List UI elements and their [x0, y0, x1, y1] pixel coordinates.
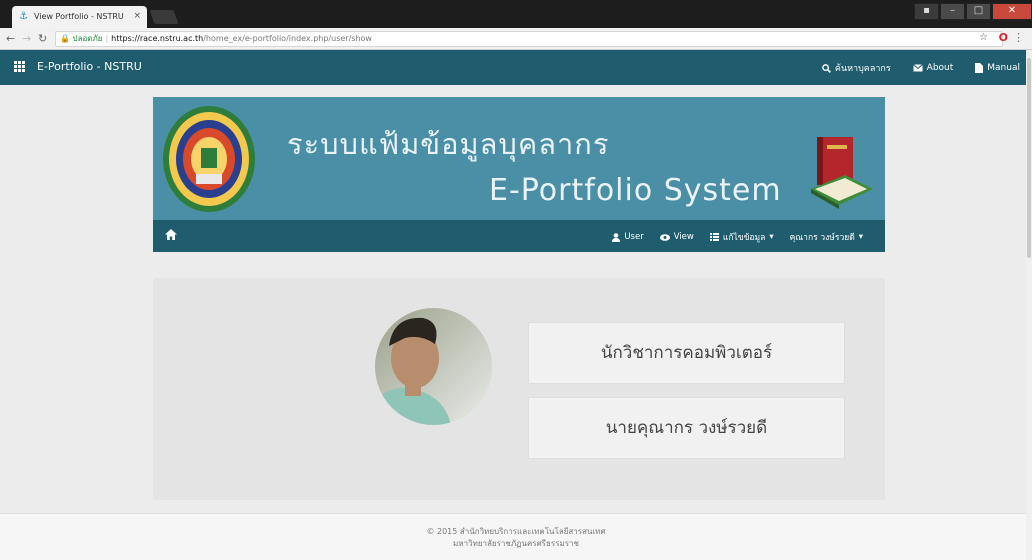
university-seal-logo: [163, 106, 255, 212]
user-profile-icon[interactable]: ▪: [914, 3, 939, 20]
tab-title: View Portfolio - NSTRU: [34, 12, 124, 21]
books-icon: [811, 137, 873, 209]
back-icon[interactable]: ←: [6, 32, 15, 45]
site-navbar: E-Portfolio - NSTRU ค้นหาบุคลากร About M…: [0, 50, 1032, 85]
url-input[interactable]: 🔒 ปลอดภัย | https://race.nstru.ac.th/home_…: [55, 31, 1003, 47]
url-path: /home_ex/e-portfolio/index.php/user/show: [203, 34, 372, 43]
profile-avatar: [375, 308, 492, 425]
subnav-edit-label: แก้ไขข้อมูล: [722, 233, 766, 243]
new-tab-button[interactable]: [149, 10, 179, 24]
search-icon: [822, 63, 831, 73]
forward-icon[interactable]: →: [22, 32, 31, 45]
reload-icon[interactable]: ↻: [38, 32, 47, 45]
star-icon[interactable]: ☆: [979, 32, 988, 43]
brand-link[interactable]: E-Portfolio - NSTRU: [14, 60, 142, 73]
caret-down-icon: ▾: [858, 232, 863, 242]
position-card: นักวิชาการคอมพิวเตอร์: [528, 322, 845, 384]
scrollbar-thumb[interactable]: [1027, 58, 1031, 258]
footer-university: มหาวิทยาลัยราชภัฏนครศรีธรรมราช: [453, 539, 579, 548]
nav-about-label: About: [926, 63, 954, 73]
document-icon: [975, 63, 984, 73]
apps-grid-icon: [14, 61, 25, 72]
subnav-view-label: View: [673, 232, 694, 242]
home-icon[interactable]: [165, 229, 177, 244]
subnav-user[interactable]: User: [612, 230, 644, 244]
browser-titlebar: ⚓ View Portfolio - NSTRU × ▪ – □ ✕: [0, 0, 1032, 28]
caret-down-icon: ▾: [769, 232, 774, 242]
url-host: https://race.nstru.ac.th: [111, 34, 204, 43]
subnav-account-label: คุณากร วงษ์รวยดี: [789, 233, 855, 243]
profile-panel: นักวิชาการคอมพิวเตอร์ นายคุณากร วงษ์รวยด…: [153, 278, 885, 500]
banner-thai-title: ระบบแฟ้มข้อมูลบุคลากร: [287, 127, 610, 161]
maximize-icon[interactable]: □: [966, 3, 991, 20]
minimize-icon[interactable]: –: [940, 3, 965, 20]
nav-search-staff[interactable]: ค้นหาบุคลากร: [822, 61, 891, 75]
subnav-user-label: User: [624, 232, 644, 242]
nav-manual-label: Manual: [987, 63, 1020, 73]
window-controls: ▪ – □ ✕: [913, 3, 1032, 21]
subnav-account-dropdown[interactable]: คุณากร วงษ์รวยดี ▾: [790, 230, 863, 244]
close-window-icon[interactable]: ✕: [992, 3, 1032, 20]
page-footer: © 2015 สำนักวิทยบริการและเทคโนโลยีสารสนเ…: [0, 513, 1032, 560]
opera-icon[interactable]: O: [999, 31, 1008, 44]
sub-navbar: User View แก้ไขข้อมูล ▾ คุณากร วงษ์รวยดี…: [153, 220, 885, 252]
sub-navbar-links: User View แก้ไขข้อมูล ▾ คุณากร วงษ์รวยดี…: [612, 230, 863, 244]
secure-label: ปลอดภัย: [72, 34, 103, 43]
anchor-favicon-icon: ⚓: [19, 11, 28, 22]
tab-close-icon[interactable]: ×: [133, 11, 141, 21]
address-bar: ← → ↻ 🔒 ปลอดภัย | https://race.nstru.ac.th…: [0, 28, 1032, 50]
navbar-links: ค้นหาบุคลากร About Manual: [822, 61, 1020, 75]
list-icon: [709, 233, 719, 241]
subnav-edit-dropdown[interactable]: แก้ไขข้อมูล ▾: [709, 230, 774, 244]
user-icon: [612, 232, 621, 242]
nav-search-label: ค้นหาบุคลากร: [834, 64, 891, 74]
footer-copyright: © 2015 สำนักวิทยบริการและเทคโนโลยีสารสนเ…: [426, 527, 606, 536]
lock-icon: 🔒: [60, 34, 70, 43]
nav-manual[interactable]: Manual: [975, 61, 1020, 75]
header-banner: ระบบแฟ้มข้อมูลบุคลากร E-Portfolio System: [153, 97, 885, 220]
eye-icon: [659, 233, 670, 241]
name-card: นายคุณากร วงษ์รวยดี: [528, 397, 845, 459]
menu-icon[interactable]: ⋮: [1013, 31, 1024, 44]
browser-tab[interactable]: ⚓ View Portfolio - NSTRU ×: [12, 6, 147, 28]
envelope-icon: [912, 64, 923, 72]
banner-english-title: E-Portfolio System: [489, 173, 782, 208]
brand-title: E-Portfolio - NSTRU: [37, 60, 142, 73]
subnav-view[interactable]: View: [659, 230, 694, 244]
nav-about[interactable]: About: [912, 61, 954, 75]
